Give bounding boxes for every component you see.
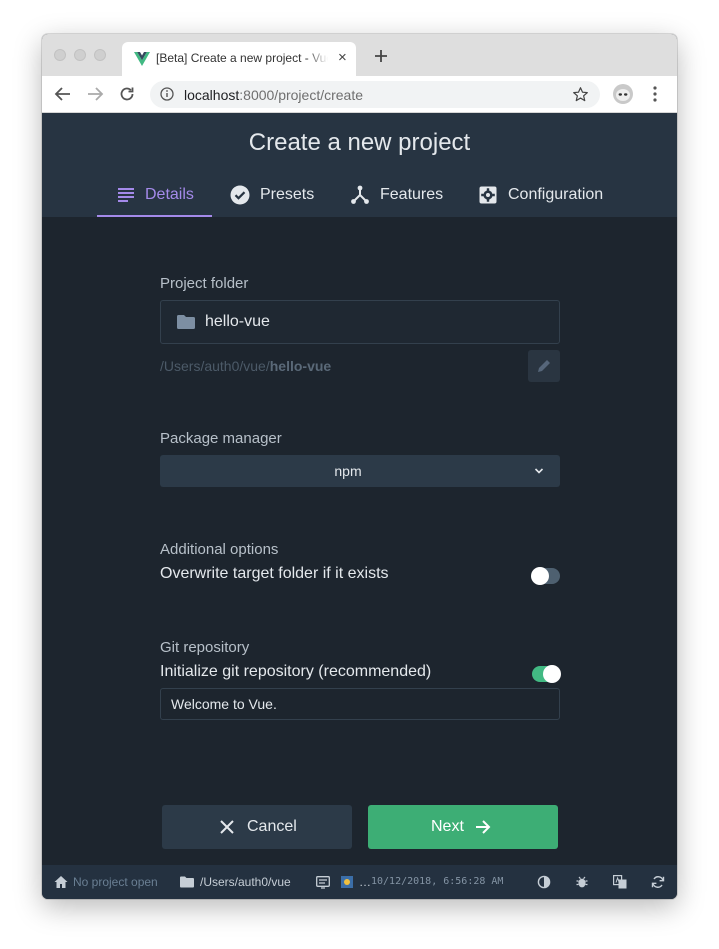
git-repository-label: Git repository [160,639,250,656]
tab-label: Configuration [508,186,604,203]
profile-face-icon [616,89,630,101]
address-bar[interactable]: localhost:8000/project/create [150,81,600,108]
tab-label: Details [145,186,194,203]
browser-tab[interactable]: [Beta] Create a new project - Vue CLI × [122,42,356,76]
project-folder-label: Project folder [160,275,249,292]
url-text: localhost:8000/project/create [184,87,364,103]
refresh-icon[interactable] [651,875,665,889]
page-header: Create a new project Details Presets Fea… [42,113,677,217]
folder-icon [180,876,194,888]
cwd-status[interactable]: /Users/auth0/vue [200,875,291,889]
profile-avatar[interactable] [613,84,633,104]
bookmark-star-icon[interactable] [572,86,589,103]
git-commit-message-input[interactable]: Welcome to Vue. [160,688,560,720]
overwrite-toggle[interactable] [531,567,560,585]
minimize-window-button[interactable] [74,49,86,61]
project-folder-value: hello-vue [205,313,270,330]
tab-presets[interactable]: Presets [230,175,330,217]
new-tab-icon[interactable] [372,47,390,65]
package-manager-value: npm [334,463,362,479]
browser-menu-icon[interactable] [648,85,662,103]
git-init-label: Initialize git repository (recommended) [160,663,432,680]
tab-label: Features [380,186,444,203]
next-button[interactable]: Next [368,805,558,849]
console-log-icon[interactable] [316,875,330,889]
overwrite-option-label: Overwrite target folder if it exists [160,565,389,582]
bug-icon[interactable] [575,875,589,889]
translate-icon[interactable] [613,875,627,889]
close-window-button[interactable] [54,49,66,61]
gear-icon [479,186,497,204]
active-tab-indicator [97,215,212,217]
package-manager-select[interactable]: npm [160,455,560,487]
vue-logo-icon [134,52,150,66]
toggle-knob [543,665,561,683]
fork-icon [351,185,369,204]
project-status[interactable]: No project open [73,875,158,889]
edit-folder-button[interactable] [528,350,560,382]
info-icon[interactable] [160,87,174,101]
git-commit-message-value: Welcome to Vue. [171,696,277,712]
reload-icon[interactable] [118,85,136,103]
browser-window: [Beta] Create a new project - Vue CLI × … [42,34,677,899]
close-icon [220,820,234,834]
vue-ui-app: Create a new project Details Presets Fea… [42,113,677,865]
cancel-label: Cancel [247,818,297,835]
chevron-down-icon [534,468,544,474]
log-ellipsis: … [359,875,371,889]
folder-icon [177,315,195,329]
home-icon[interactable] [54,875,68,889]
tab-label: Presets [260,186,315,203]
log-type-icon [341,876,353,888]
cancel-button[interactable]: Cancel [162,805,352,849]
next-label: Next [431,818,464,835]
back-arrow-icon[interactable] [54,85,72,103]
check-circle-icon [230,185,250,205]
list-icon [118,188,134,202]
browser-toolbar: localhost:8000/project/create [42,76,677,113]
tab-close-icon[interactable]: × [338,49,347,67]
tab-details[interactable]: Details [116,175,212,217]
folder-path: /Users/auth0/vue/hello-vue [160,358,332,374]
git-init-toggle[interactable] [532,665,561,683]
tab-features[interactable]: Features [350,175,460,217]
dark-mode-icon[interactable] [537,875,551,889]
tab-title: [Beta] Create a new project - Vue CLI [156,51,328,65]
log-timestamp: 10/12/2018, 6:56:28 AM [371,876,504,887]
pencil-icon [538,360,550,372]
zoom-window-button[interactable] [94,49,106,61]
tab-configuration[interactable]: Configuration [478,175,618,217]
project-folder-input[interactable]: hello-vue [160,300,560,344]
arrow-right-icon [476,820,491,834]
additional-options-label: Additional options [160,541,279,558]
status-bar: No project open /Users/auth0/vue … 10/12… [42,865,677,899]
toggle-knob [531,567,549,585]
browser-tabstrip: [Beta] Create a new project - Vue CLI × [42,34,677,76]
page-title: Create a new project [248,129,471,156]
package-manager-label: Package manager [160,430,282,447]
forward-arrow-icon[interactable] [86,85,104,103]
